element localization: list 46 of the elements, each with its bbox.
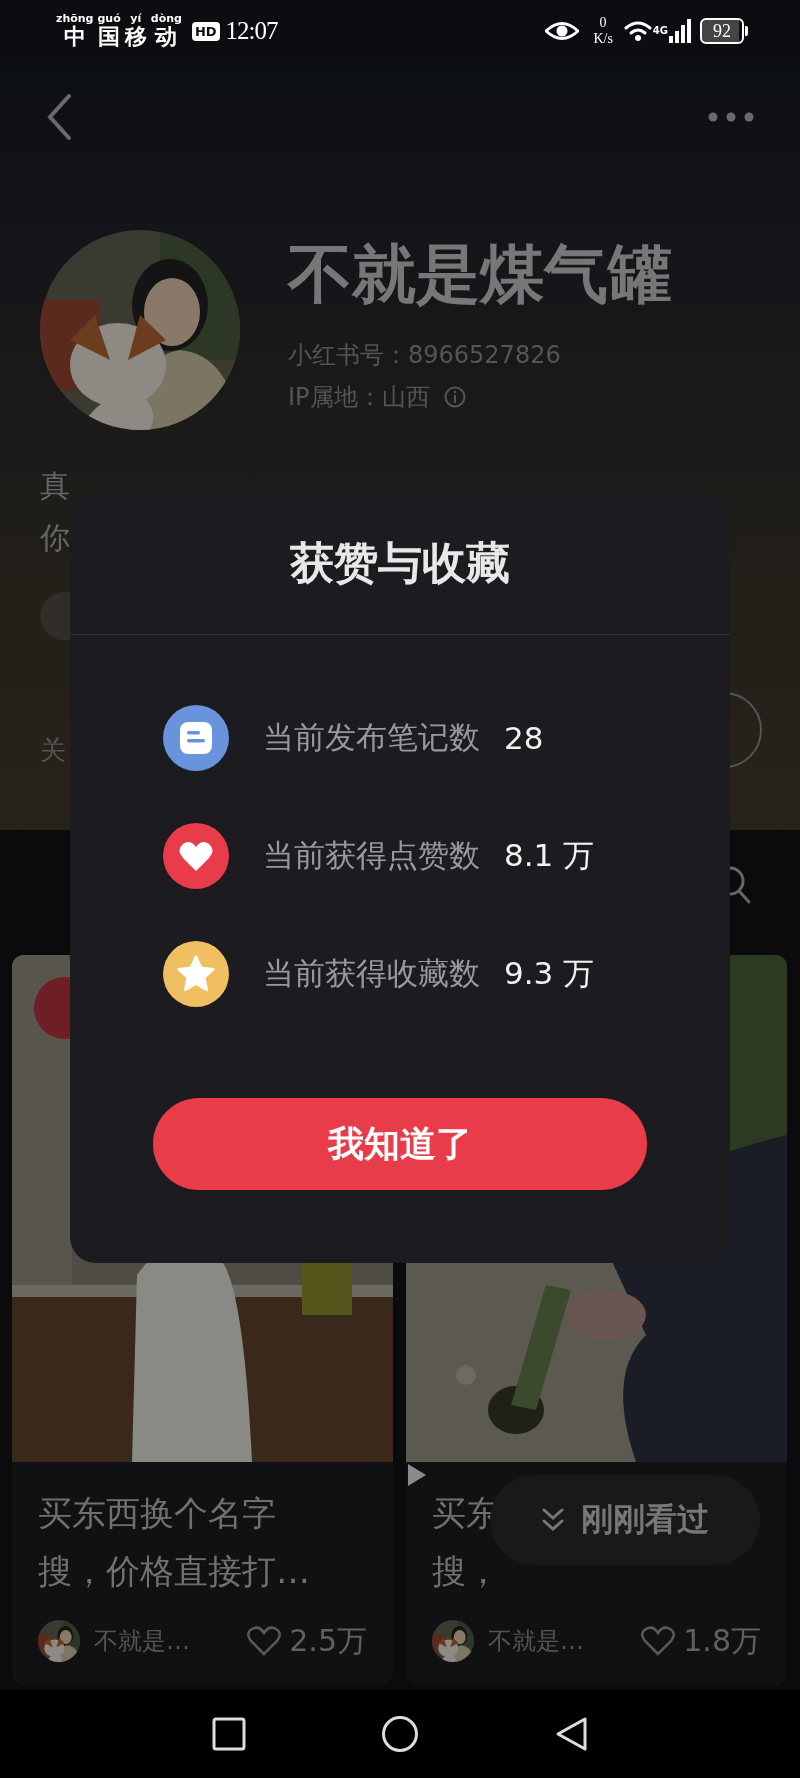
stat-label: 当前发布笔记数 [263,718,480,757]
author-name: 不就是… [94,1626,191,1657]
eye-icon [545,20,580,42]
like-count: 1.8万 [683,1621,761,1660]
confirm-button[interactable]: 我知道了 [153,1098,647,1190]
home-icon[interactable] [381,1715,419,1753]
speed-unit: K/s [593,31,613,47]
dialog-title: 获赞与收藏 [70,492,730,635]
user-id: 小红书号：8966527826 [288,340,561,371]
ip-location: IP属地：山西 [288,382,430,413]
stat-label: 当前获得点赞数 [263,836,480,875]
stat-value: 8.1 万 [504,836,595,875]
stat-value: 9.3 万 [504,954,595,993]
note-title: 买东西换个名字 [38,1492,276,1535]
carrier-name: 移 [124,25,147,49]
clock-time: 12:07 [225,17,278,45]
pinyin-label: dòng [150,13,182,25]
play-icon [406,1462,428,1488]
pinyin-label: yí [130,13,142,25]
wifi-icon [622,19,653,43]
pinyin-label: zhōng [56,13,94,25]
profile-name: 不就是煤气罐 [288,236,672,312]
author-name: 不就是… [488,1626,585,1657]
battery-level: 92 [700,18,744,44]
stat-label: 当前获得收藏数 [263,954,480,993]
pinyin-label: guó [97,13,121,25]
back-icon[interactable] [554,1716,588,1752]
carrier-name: 动 [155,25,178,49]
like-count: 2.5万 [289,1621,367,1660]
bio-text: 真 [40,467,70,505]
note-title: 搜，价格直接打… [38,1550,310,1593]
bio-text: 你 [40,519,70,557]
info-icon[interactable] [443,386,466,408]
more-icon[interactable] [708,112,754,122]
carrier-name: 中 [63,25,86,49]
network-type: 4G [652,25,668,36]
stat-value: 28 [504,720,544,756]
double-chevron-icon [541,1507,565,1533]
carrier-name: 国 [98,25,121,49]
hd-badge: HD [191,21,220,41]
signal-icon [668,19,692,43]
speed-value: 0 [599,15,607,31]
heart-outline-icon[interactable] [247,1626,282,1656]
stat-label: 关 [40,734,66,767]
heart-outline-icon[interactable] [641,1626,676,1656]
recents-icon[interactable] [212,1717,246,1751]
